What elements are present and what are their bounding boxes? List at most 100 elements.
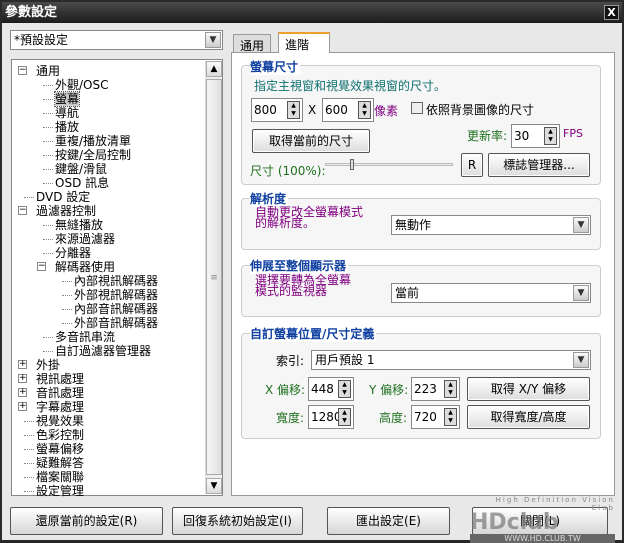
tab-advanced[interactable]: 進階 bbox=[278, 32, 330, 53]
tree-item[interactable]: 內部音訊解碼器 bbox=[74, 302, 158, 316]
reset-defaults-button[interactable]: 回復系統初始設定(I) bbox=[172, 507, 303, 535]
tree-item[interactable]: 鍵盤/滑鼠 bbox=[55, 162, 107, 176]
tree-connector bbox=[24, 477, 34, 478]
fps-label: FPS bbox=[563, 127, 583, 140]
collapse-icon[interactable]: − bbox=[37, 262, 46, 271]
tree-connector bbox=[62, 323, 72, 324]
x-offset-input[interactable]: 448 ▲ ▼ bbox=[308, 377, 354, 401]
tree-connector bbox=[43, 351, 53, 352]
tree-connector bbox=[43, 155, 53, 156]
spin-icon[interactable]: ▲ ▼ bbox=[444, 380, 457, 398]
scroll-down-icon[interactable]: ▼ bbox=[206, 478, 222, 494]
collapse-icon[interactable]: − bbox=[18, 206, 27, 215]
tree-scrollbar[interactable]: ▲ ≡ ▼ bbox=[205, 61, 222, 494]
refresh-input[interactable]: 30 ▲ ▼ bbox=[511, 124, 560, 148]
close-icon[interactable]: X bbox=[604, 5, 619, 20]
title-bar: 參數設定 X bbox=[2, 2, 622, 23]
get-xy-offset-button[interactable]: 取得 X/Y 偏移 bbox=[467, 377, 590, 401]
spin-icon[interactable]: ▲ ▼ bbox=[338, 408, 351, 426]
tree-item[interactable]: 色彩控制 bbox=[36, 428, 84, 442]
tree-item[interactable]: 導航 bbox=[55, 106, 79, 120]
expand-icon[interactable]: + bbox=[18, 374, 27, 383]
tree-item[interactable]: 檔案關聯 bbox=[36, 470, 84, 484]
tree-connector bbox=[24, 435, 34, 436]
tab-general[interactable]: 通用 bbox=[233, 34, 272, 53]
tree-item[interactable]: 無縫播放 bbox=[55, 218, 103, 232]
resolution-desc: 自動更改全螢幕模式 的解析度。 bbox=[255, 205, 364, 230]
tree-item[interactable]: 播放 bbox=[55, 120, 79, 134]
restore-current-button[interactable]: 還原當前的設定(R) bbox=[10, 507, 163, 535]
stretch-title: 伸展至整個顯示器 bbox=[250, 257, 349, 274]
width-label: 寬度: bbox=[276, 411, 305, 425]
tree-item[interactable]: 螢幕偏移 bbox=[36, 442, 84, 456]
y-offset-label: Y 偏移: bbox=[369, 383, 409, 397]
export-settings-button[interactable]: 匯出設定(E) bbox=[327, 507, 450, 535]
tree-connector bbox=[43, 183, 53, 184]
x-label: X bbox=[308, 103, 317, 117]
chevron-down-icon[interactable]: ▼ bbox=[573, 285, 589, 301]
tree-item[interactable]: 外掛 bbox=[36, 358, 60, 372]
settings-window: 參數設定 X *預設設定 ▼ ▲ ≡ ▼ − 通用 外觀/OSC 螢幕 導航 播放 重複/播放… bbox=[0, 0, 624, 543]
tree-item[interactable]: 視訊處理 bbox=[36, 372, 84, 386]
expand-icon[interactable]: + bbox=[18, 402, 27, 411]
tree-item[interactable]: 外部視訊解碼器 bbox=[74, 288, 158, 302]
chevron-down-icon[interactable]: ▼ bbox=[573, 217, 589, 233]
custom-width-input[interactable]: 1280 ▲ ▼ bbox=[308, 405, 354, 429]
y-offset-input[interactable]: 223 ▲ ▼ bbox=[411, 377, 460, 401]
scroll-thumb[interactable]: ≡ bbox=[206, 79, 222, 475]
tree-item[interactable]: 過濾器控制 bbox=[36, 204, 96, 218]
spin-icon[interactable]: ▲ ▼ bbox=[287, 101, 300, 119]
chevron-down-icon[interactable]: ▼ bbox=[205, 32, 221, 48]
x-offset-label: X 偏移: bbox=[265, 383, 306, 397]
tree-item[interactable]: 疑難解答 bbox=[36, 456, 84, 470]
tree-item[interactable]: DVD 設定 bbox=[36, 190, 90, 204]
width-input[interactable]: 800 ▲ ▼ bbox=[251, 98, 303, 122]
tree-item[interactable]: 螢幕 bbox=[53, 91, 81, 107]
spin-icon[interactable]: ▲ ▼ bbox=[544, 127, 557, 145]
custom-height-input[interactable]: 720 ▲ ▼ bbox=[411, 405, 460, 429]
reset-size-button[interactable]: R bbox=[461, 153, 483, 177]
tree-item[interactable]: 內部視訊解碼器 bbox=[74, 274, 158, 288]
chevron-down-icon[interactable]: ▼ bbox=[573, 352, 589, 368]
tree-item[interactable]: 音訊處理 bbox=[36, 386, 84, 400]
spin-icon[interactable]: ▲ ▼ bbox=[444, 408, 457, 426]
size-label: 尺寸 (100%): bbox=[250, 164, 326, 178]
tree-item[interactable]: 視覺效果 bbox=[36, 414, 84, 428]
tree-item[interactable]: 外部音訊解碼器 bbox=[74, 316, 158, 330]
tree-item[interactable]: 外觀/OSC bbox=[55, 78, 109, 92]
bg-size-label: 依照背景圖像的尺寸 bbox=[426, 103, 535, 117]
resolution-select[interactable]: 無動作 ▼ bbox=[391, 215, 591, 235]
tree-item[interactable]: OSD 訊息 bbox=[55, 176, 109, 190]
tree-item[interactable]: 解碼器使用 bbox=[55, 260, 115, 274]
get-width-height-button[interactable]: 取得寬度/高度 bbox=[467, 405, 590, 429]
tree-item[interactable]: 分離器 bbox=[55, 246, 91, 260]
tree-item[interactable]: 按鍵/全局控制 bbox=[55, 148, 131, 162]
slider-thumb[interactable] bbox=[350, 159, 354, 170]
tree-connector bbox=[43, 239, 53, 240]
tree-item[interactable]: 重複/播放清單 bbox=[55, 134, 131, 148]
tree-item[interactable]: 字幕處理 bbox=[36, 400, 84, 414]
collapse-icon[interactable]: − bbox=[18, 66, 27, 75]
settings-tree[interactable]: ▲ ≡ ▼ − 通用 外觀/OSC 螢幕 導航 播放 重複/播放清單 按鍵/全局控制 鍵盤/滑鼠… bbox=[11, 59, 223, 498]
logo-manager-button[interactable]: 標誌管理器... bbox=[488, 153, 590, 177]
tree-item[interactable]: 通用 bbox=[36, 64, 60, 78]
tree-connector bbox=[24, 491, 34, 492]
scroll-up-icon[interactable]: ▲ bbox=[206, 61, 222, 77]
get-current-size-button[interactable]: 取得當前的尺寸 bbox=[252, 129, 370, 153]
height-label: 高度: bbox=[379, 411, 408, 425]
bg-size-checkbox[interactable] bbox=[411, 102, 423, 114]
expand-icon[interactable]: + bbox=[18, 388, 27, 397]
monitor-select[interactable]: 當前 ▼ bbox=[391, 283, 591, 303]
tree-item[interactable]: 自訂過濾器管理器 bbox=[55, 344, 151, 358]
tree-item[interactable]: 設定管理 bbox=[36, 484, 84, 498]
tree-item[interactable]: 來源過濾器 bbox=[55, 232, 115, 246]
preset-select[interactable]: *預設設定 ▼ bbox=[10, 30, 223, 50]
tree-connector bbox=[43, 85, 53, 86]
spin-icon[interactable]: ▲ ▼ bbox=[358, 101, 371, 119]
spin-icon[interactable]: ▲ ▼ bbox=[338, 380, 351, 398]
tree-item[interactable]: 多音訊串流 bbox=[55, 330, 115, 344]
index-select[interactable]: 用戶預設 1 ▼ bbox=[311, 350, 591, 370]
height-input[interactable]: 600 ▲ ▼ bbox=[322, 98, 374, 122]
size-slider[interactable] bbox=[325, 159, 453, 170]
expand-icon[interactable]: + bbox=[18, 360, 27, 369]
